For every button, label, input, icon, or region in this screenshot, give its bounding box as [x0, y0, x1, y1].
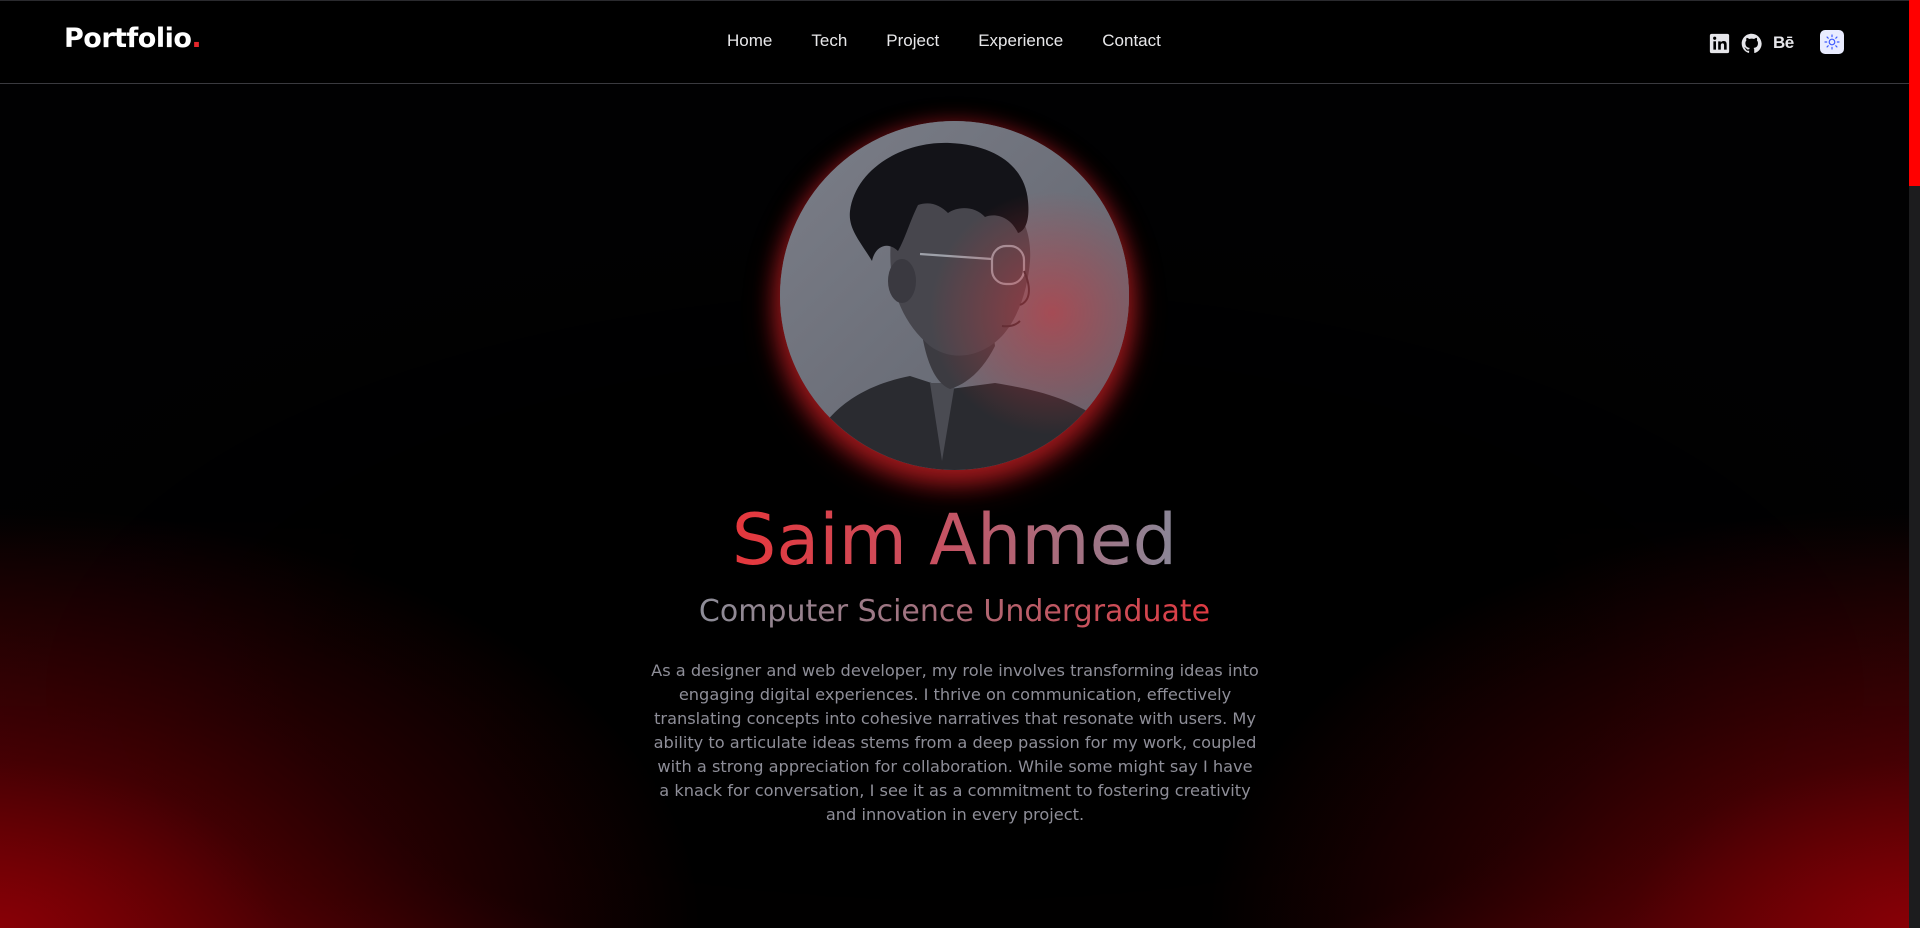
nav-home[interactable]: Home — [727, 31, 772, 51]
hero-bio: As a designer and web developer, my role… — [651, 661, 1259, 825]
logo-text: Portfolio — [64, 23, 192, 54]
nav-experience[interactable]: Experience — [978, 31, 1063, 51]
top-navbar: Portfolio. Home Tech Project Experience … — [0, 0, 1909, 84]
theme-toggle-button[interactable] — [1819, 30, 1844, 54]
hero-subtitle: Computer Science Undergraduate — [0, 592, 1909, 632]
profile-photo — [780, 121, 1129, 470]
nav-contact[interactable]: Contact — [1102, 31, 1161, 51]
sun-icon — [1824, 34, 1840, 50]
nav-project[interactable]: Project — [886, 31, 939, 51]
hero-name: Saim Ahmed — [0, 500, 1909, 580]
page-scrollbar[interactable] — [1909, 0, 1920, 928]
scrollbar-thumb[interactable] — [1909, 0, 1920, 186]
portfolio-page: Portfolio. Home Tech Project Experience … — [0, 0, 1920, 928]
hero-name-text: Saim Ahmed — [731, 499, 1178, 581]
logo-dot: . — [191, 23, 202, 54]
social-links: Bē — [1709, 30, 1844, 54]
nav-tech[interactable]: Tech — [811, 31, 847, 51]
behance-icon[interactable]: Bē — [1773, 33, 1794, 53]
github-icon[interactable] — [1741, 33, 1762, 54]
hero-subtitle-text: Computer Science Undergraduate — [698, 594, 1211, 629]
main-nav: Home Tech Project Experience Contact — [727, 31, 1161, 51]
linkedin-icon[interactable] — [1709, 33, 1730, 54]
logo[interactable]: Portfolio. — [64, 23, 202, 54]
